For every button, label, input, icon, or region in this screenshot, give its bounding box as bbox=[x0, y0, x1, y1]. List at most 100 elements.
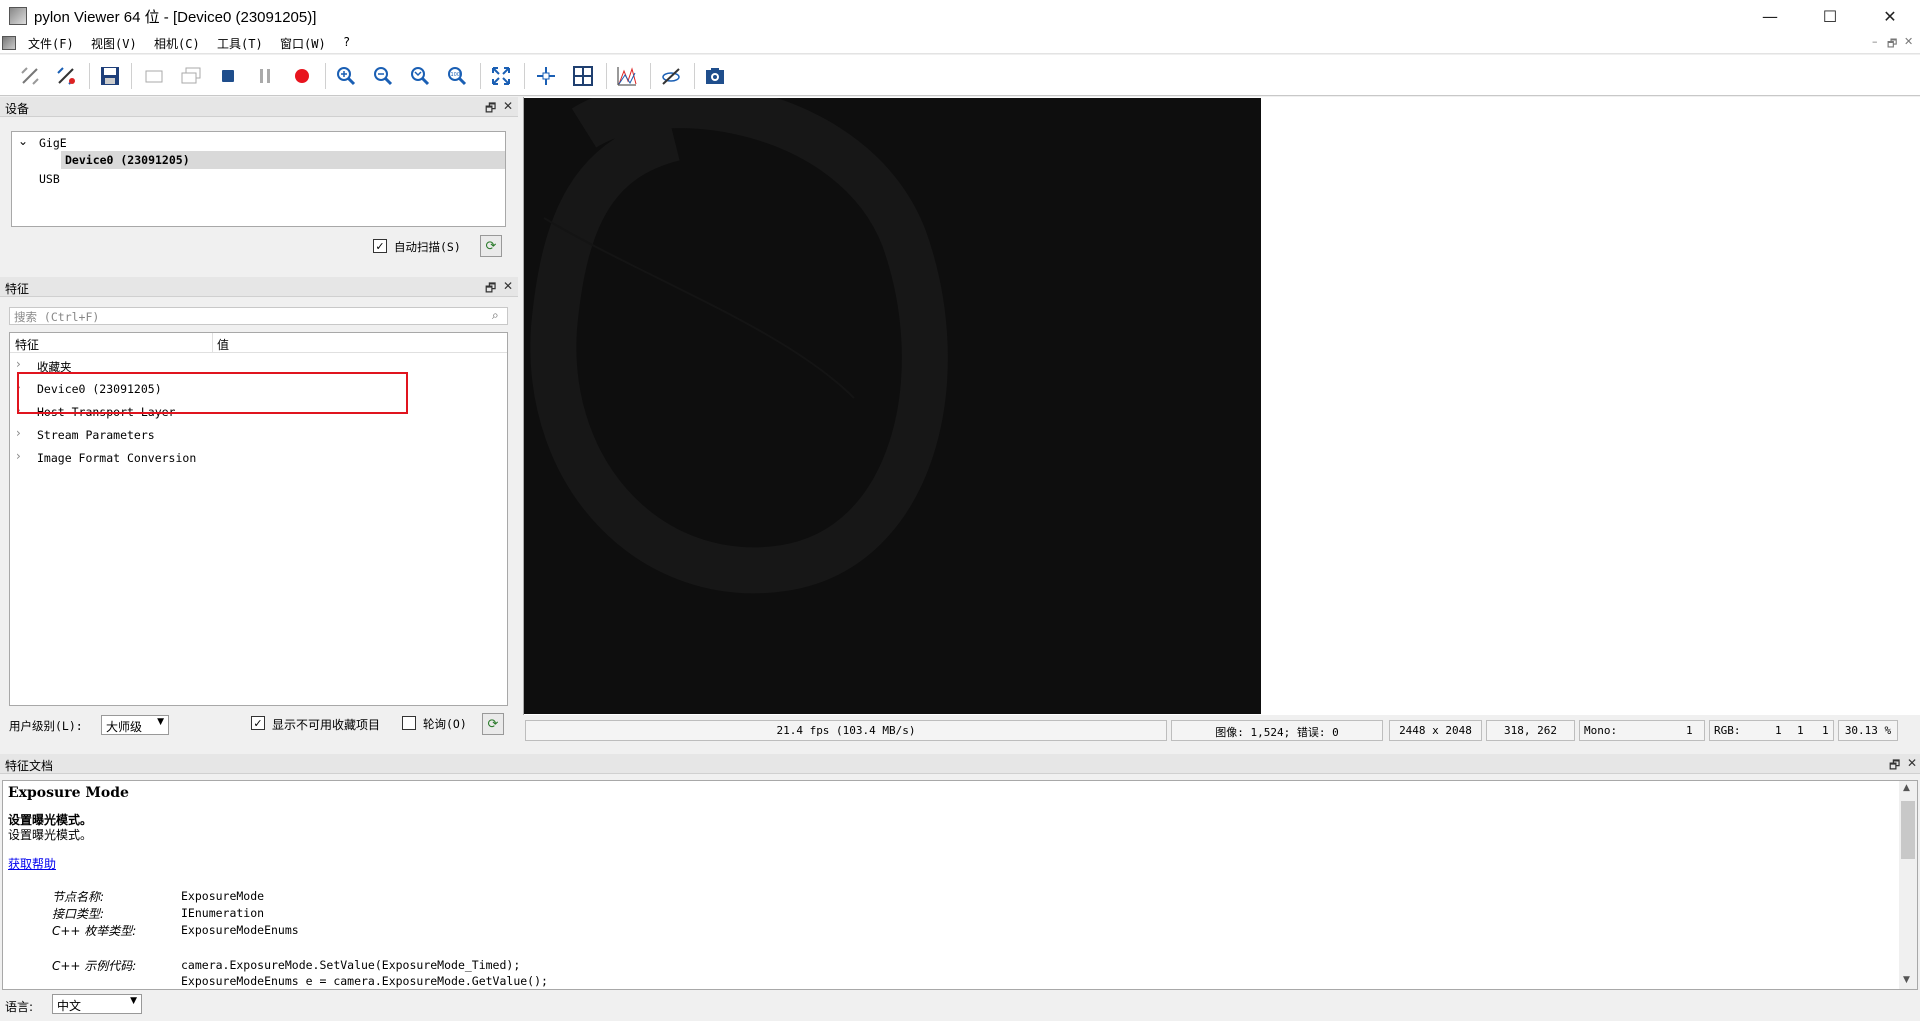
grid-icon[interactable] bbox=[569, 63, 597, 89]
rgb-b-value: 1 bbox=[1822, 724, 1829, 737]
svg-text:100: 100 bbox=[451, 72, 461, 78]
column-divider[interactable] bbox=[212, 333, 213, 353]
close-button[interactable]: ✕ bbox=[1860, 0, 1920, 32]
continuous-shot-icon[interactable] bbox=[177, 63, 205, 89]
maximize-button[interactable]: ☐ bbox=[1800, 0, 1860, 32]
feature-item-image-format-conversion[interactable]: Image Format Conversion bbox=[37, 451, 196, 465]
close-panel-icon[interactable]: ✕ bbox=[503, 279, 513, 293]
menu-tools[interactable]: 工具(T) bbox=[217, 35, 263, 52]
user-level-label: 用户级别(L): bbox=[9, 719, 83, 733]
mono-label: Mono: bbox=[1584, 724, 1618, 737]
toolbar-separator bbox=[89, 63, 90, 89]
toolbar: 100 bbox=[0, 55, 1920, 96]
float-panel-icon[interactable]: 🗗 bbox=[1889, 756, 1900, 777]
red-highlight-box bbox=[17, 372, 408, 414]
zoom-out-icon[interactable] bbox=[369, 63, 397, 89]
feature-item-stream-parameters[interactable]: Stream Parameters bbox=[37, 428, 155, 442]
doc-scrollbar[interactable]: ▲ ▼ bbox=[1899, 781, 1917, 989]
mdi-close-button[interactable]: ✕ bbox=[1904, 35, 1913, 48]
menu-bar: 文件(F) 视图(V) 相机(C) 工具(T) 窗口(W) ? – 🗗 ✕ bbox=[0, 32, 1920, 54]
scroll-thumb[interactable] bbox=[1901, 801, 1915, 859]
pixel-hide-icon[interactable] bbox=[657, 63, 685, 89]
histogram-icon[interactable] bbox=[613, 63, 641, 89]
search-placeholder: 搜索 (Ctrl+F) bbox=[14, 310, 100, 324]
feature-search-input[interactable]: 搜索 (Ctrl+F) ⌕ bbox=[9, 307, 508, 325]
auto-scan-checkbox[interactable]: ✓ bbox=[373, 239, 387, 253]
device-tree-gige[interactable]: GigE bbox=[39, 136, 67, 150]
doc-summary: 设置曝光模式。 bbox=[8, 828, 93, 842]
refresh-devices-icon[interactable]: ⟳ bbox=[480, 235, 502, 257]
language-value: 中文 bbox=[57, 999, 82, 1013]
rgb-status: RGB: 1 1 1 bbox=[1709, 720, 1834, 741]
title-bar: pylon Viewer 64 位 - [Device0 (23091205)]… bbox=[0, 0, 1920, 32]
record-icon[interactable] bbox=[288, 63, 316, 89]
device-tree-usb[interactable]: USB bbox=[39, 172, 60, 186]
doc-panel-header: 特征文档 🗗 ✕ bbox=[0, 754, 1920, 774]
chevron-right-icon[interactable]: › bbox=[16, 426, 21, 440]
device-tree-device0[interactable]: Device0 (23091205) bbox=[65, 153, 190, 167]
menu-file[interactable]: 文件(F) bbox=[28, 35, 74, 52]
toolbar-separator bbox=[650, 63, 651, 89]
zoom-status: 30.13 % bbox=[1838, 720, 1898, 741]
image-count-status: 图像: 1,524; 错误: 0 bbox=[1171, 720, 1383, 741]
minimize-button[interactable]: — bbox=[1740, 0, 1800, 32]
single-shot-icon[interactable] bbox=[140, 63, 168, 89]
mdi-window-icon[interactable] bbox=[2, 36, 16, 50]
polling-checkbox[interactable] bbox=[402, 716, 416, 730]
status-bar: 21.4 fps (103.4 MB/s) 图像: 1,524; 错误: 0 2… bbox=[523, 716, 1920, 744]
scroll-up-icon[interactable]: ▲ bbox=[1903, 783, 1910, 793]
float-panel-icon[interactable]: 🗗 bbox=[485, 279, 496, 300]
toolbar-separator bbox=[524, 63, 525, 89]
chevron-right-icon[interactable]: › bbox=[16, 449, 21, 463]
feature-tree-header: 特征 值 bbox=[10, 333, 507, 353]
mdi-restore-button[interactable]: 🗗 bbox=[1887, 35, 1897, 54]
chevron-down-icon[interactable]: ⌄ bbox=[18, 134, 28, 148]
zoom-100-icon[interactable]: 100 bbox=[443, 63, 471, 89]
stop-icon[interactable] bbox=[214, 63, 242, 89]
menu-camera[interactable]: 相机(C) bbox=[154, 35, 200, 52]
scroll-down-icon[interactable]: ▼ bbox=[1903, 975, 1910, 985]
device-tree: ⌄ GigE Device0 (23091205) USB bbox=[11, 131, 506, 227]
show-unavailable-label: 显示不可用收藏项目 bbox=[272, 718, 381, 732]
toolbar-separator bbox=[480, 63, 481, 89]
close-panel-icon[interactable]: ✕ bbox=[1907, 756, 1917, 770]
column-feature[interactable]: 特征 bbox=[15, 336, 39, 353]
pause-icon[interactable] bbox=[251, 63, 279, 89]
menu-view[interactable]: 视图(V) bbox=[91, 35, 137, 52]
menu-help[interactable]: ? bbox=[343, 35, 350, 49]
rgb-r-value: 1 bbox=[1775, 724, 1782, 737]
language-select[interactable]: 中文 ▼ bbox=[52, 994, 142, 1014]
mdi-minimize-button[interactable]: – bbox=[1872, 35, 1878, 48]
fps-status: 21.4 fps (103.4 MB/s) bbox=[525, 720, 1167, 741]
column-value[interactable]: 值 bbox=[217, 336, 229, 353]
menu-window[interactable]: 窗口(W) bbox=[280, 35, 326, 52]
chevron-down-icon: ▼ bbox=[157, 717, 164, 727]
chevron-right-icon[interactable]: › bbox=[16, 357, 21, 371]
disconnect-icon[interactable] bbox=[16, 63, 44, 89]
doc-heading: Exposure Mode bbox=[8, 785, 129, 801]
help-link[interactable]: 获取帮助 bbox=[8, 855, 56, 872]
zoom-fit-icon[interactable] bbox=[406, 63, 434, 89]
mono-value: 1 bbox=[1686, 724, 1693, 737]
float-panel-icon[interactable]: 🗗 bbox=[485, 99, 496, 120]
app-icon bbox=[9, 7, 27, 25]
crosshair-icon[interactable] bbox=[532, 63, 560, 89]
doc-key-interface-type: 接口类型: bbox=[52, 907, 105, 921]
refresh-features-icon[interactable]: ⟳ bbox=[482, 713, 504, 735]
zoom-in-icon[interactable] bbox=[332, 63, 360, 89]
doc-value-node-name: ExposureMode bbox=[181, 889, 265, 903]
chevron-down-icon: ▼ bbox=[130, 996, 137, 1006]
doc-value-enum-type: ExposureModeEnums bbox=[181, 923, 299, 937]
camera-image[interactable] bbox=[524, 98, 1261, 714]
screenshot-icon[interactable] bbox=[701, 63, 729, 89]
doc-key-node-name: 节点名称: bbox=[52, 890, 105, 904]
rgb-g-value: 1 bbox=[1797, 724, 1804, 737]
save-icon[interactable] bbox=[96, 63, 124, 89]
reconnect-icon[interactable] bbox=[52, 63, 80, 89]
fullscreen-icon[interactable] bbox=[487, 63, 515, 89]
user-level-select[interactable]: 大师级 ▼ bbox=[101, 715, 169, 735]
show-unavailable-checkbox[interactable]: ✓ bbox=[251, 716, 265, 730]
auto-scan-label: 自动扫描(S) bbox=[394, 240, 461, 254]
toolbar-separator bbox=[325, 63, 326, 89]
close-panel-icon[interactable]: ✕ bbox=[503, 99, 513, 113]
